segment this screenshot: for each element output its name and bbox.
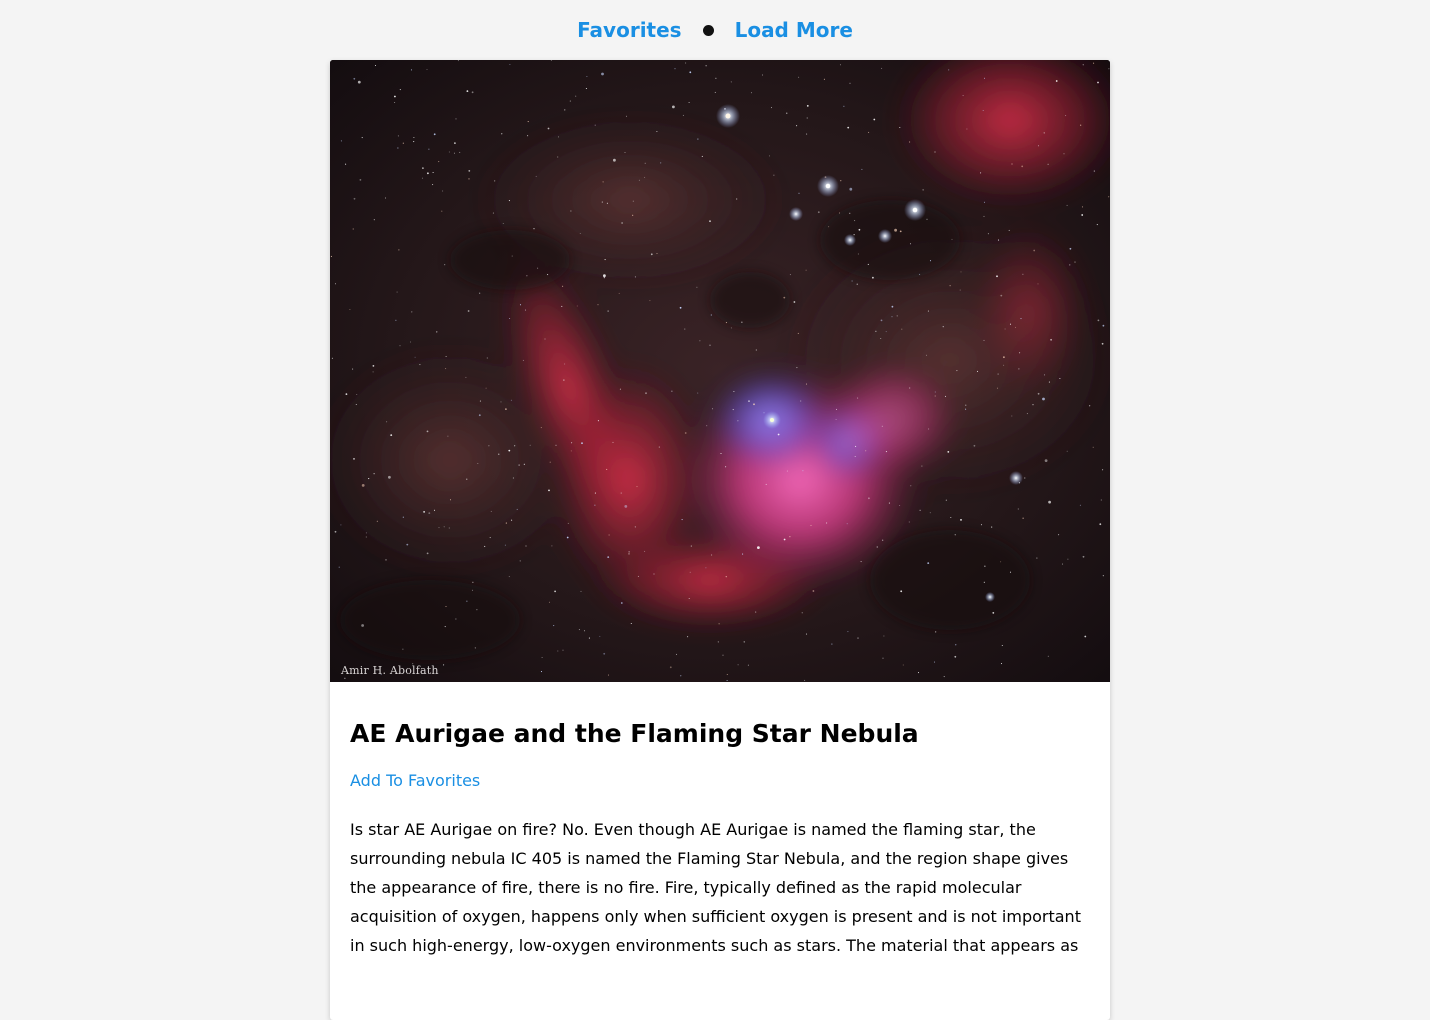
apod-image: Amir H. Abolfath [330, 60, 1110, 682]
add-to-favorites-link[interactable]: Add To Favorites [350, 770, 480, 792]
apod-explanation: Is star AE Aurigae on fire? No. Even tho… [350, 820, 1081, 955]
nebula-image [330, 60, 1110, 682]
card-body: AE Aurigae and the Flaming Star Nebula A… [330, 682, 1110, 960]
apod-title: AE Aurigae and the Flaming Star Nebula [350, 719, 919, 748]
nav-separator-dot [702, 24, 714, 36]
load-more-link[interactable]: Load More [735, 20, 853, 40]
favorites-link[interactable]: Favorites [577, 20, 682, 40]
image-credit: Amir H. Abolfath [341, 664, 439, 677]
apod-card: Amir H. Abolfath AE Aurigae and the Flam… [330, 60, 1110, 1020]
top-nav: Favorites Load More [0, 0, 1430, 60]
